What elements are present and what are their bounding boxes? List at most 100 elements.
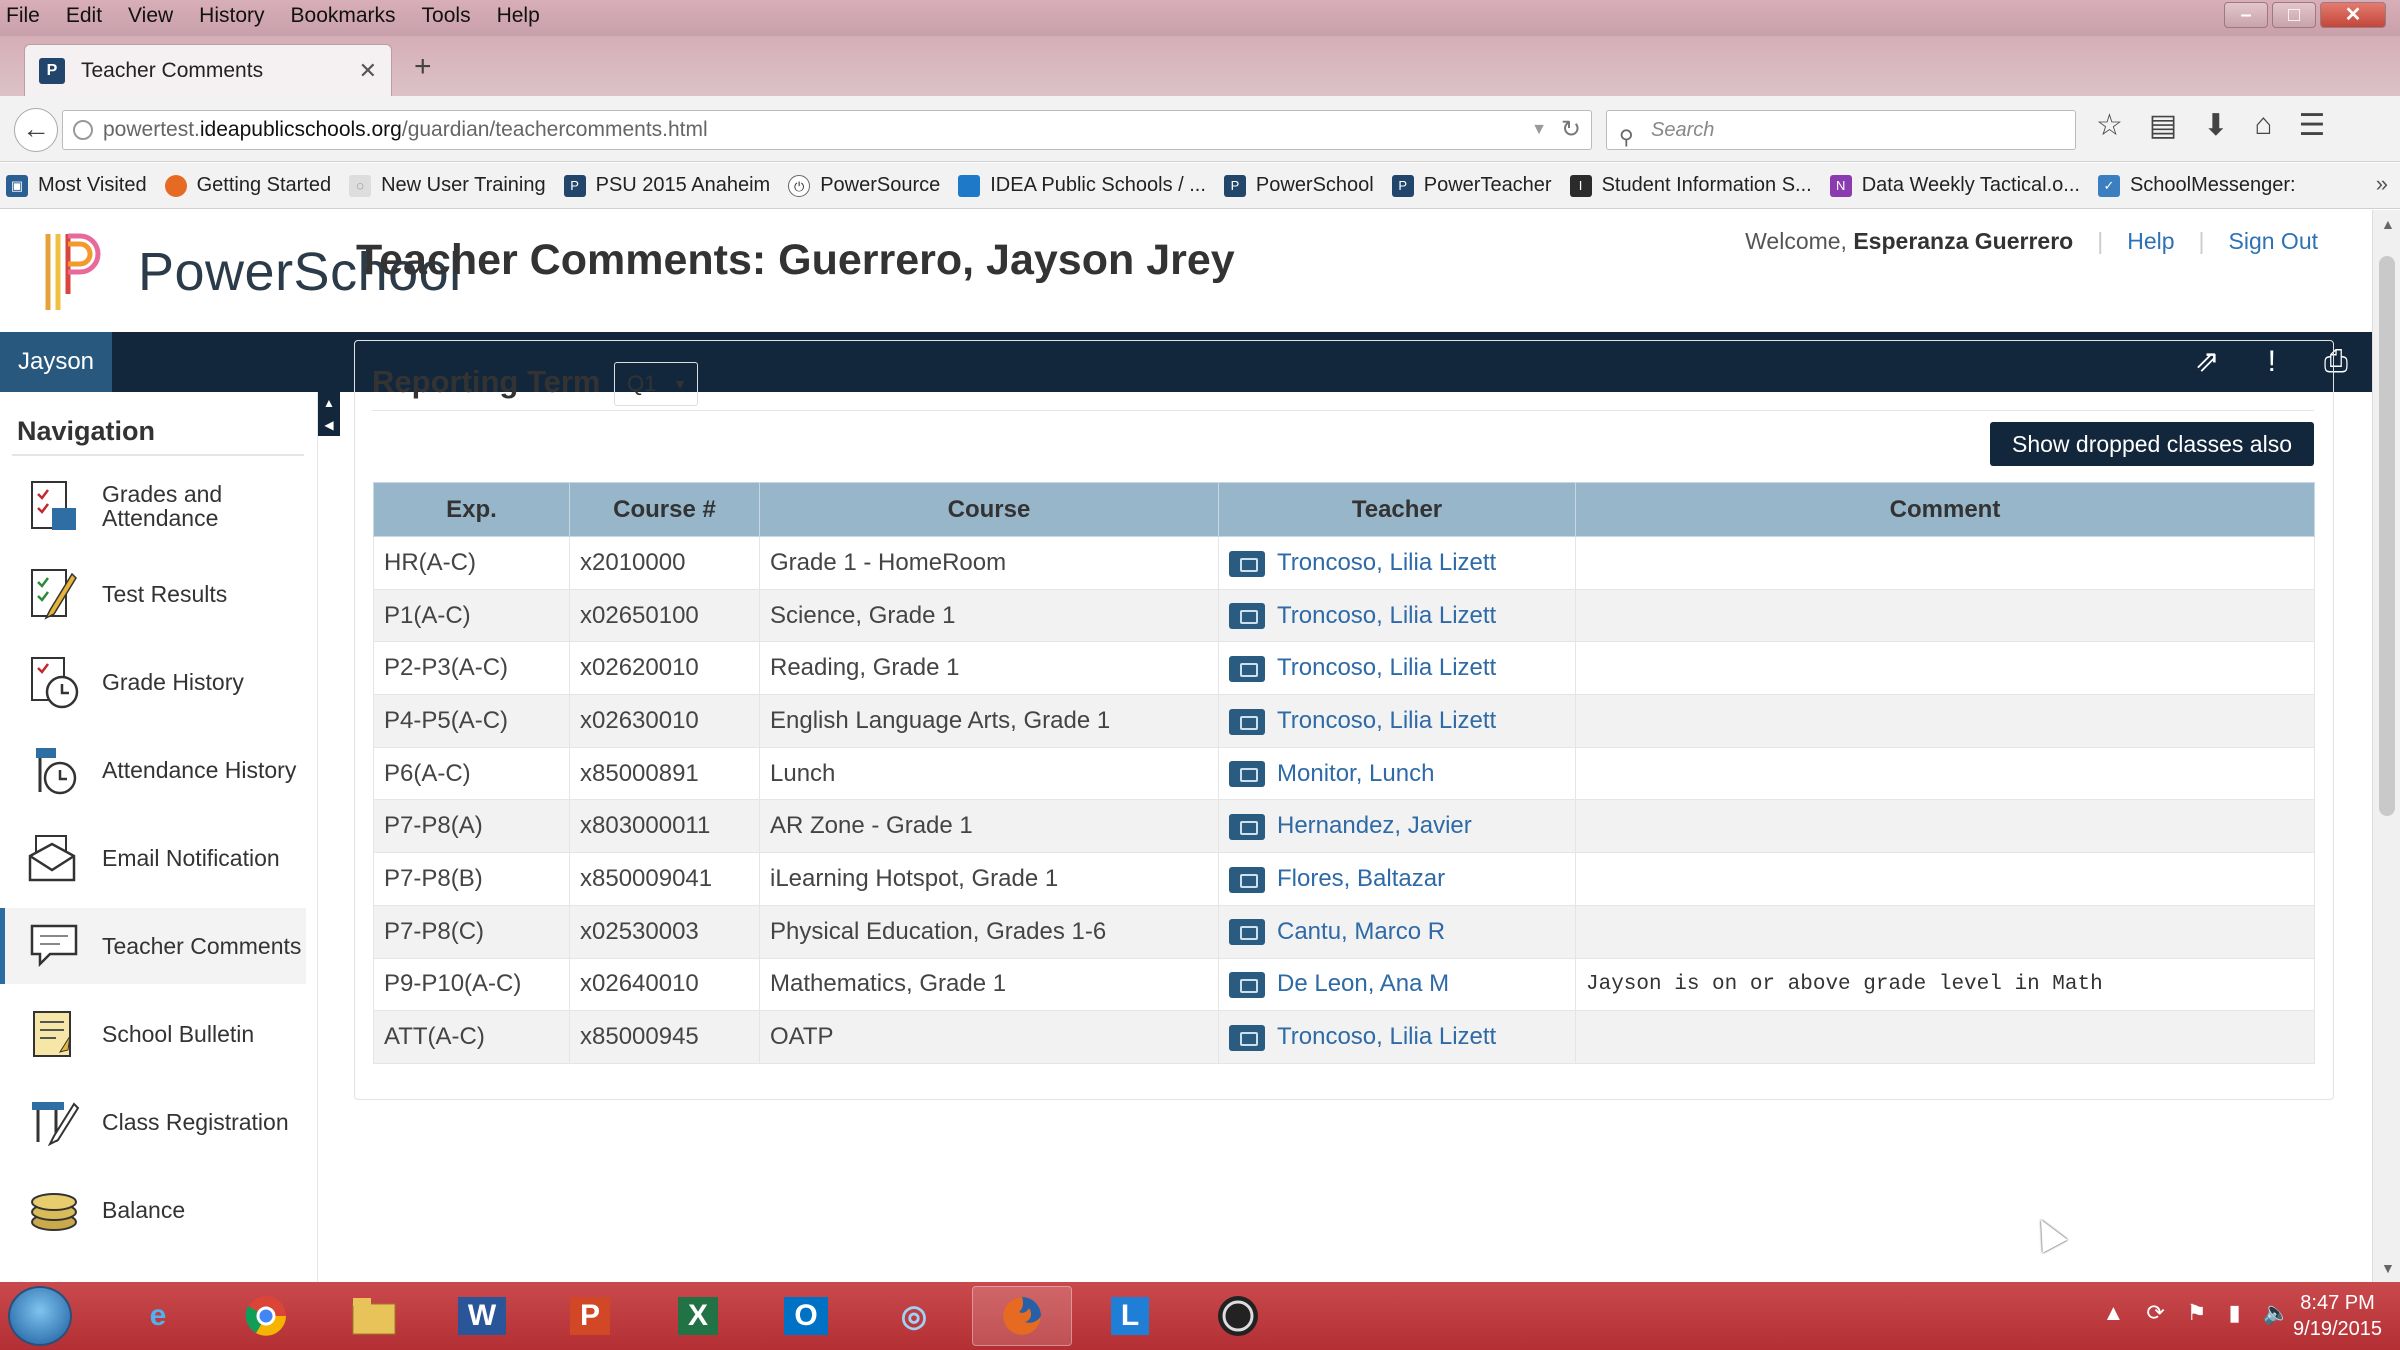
email-teacher-icon[interactable] xyxy=(1229,919,1265,946)
download-icon[interactable]: ⬇ xyxy=(2203,108,2228,143)
sidebar-item-attendance-history[interactable]: Attendance History xyxy=(0,732,306,808)
bookmark-item[interactable]: P PowerTeacher xyxy=(1391,174,1552,197)
teacher-link[interactable]: Troncoso, Lilia Lizett xyxy=(1277,1023,1496,1050)
site-info-icon[interactable] xyxy=(73,120,93,140)
email-teacher-icon[interactable] xyxy=(1229,603,1265,630)
bookmark-item[interactable]: ▣ Most Visited xyxy=(6,174,147,197)
more-bookmarks-icon[interactable]: » xyxy=(2376,171,2388,197)
column-header-teacher[interactable]: Teacher xyxy=(1218,482,1576,537)
column-header-comment[interactable]: Comment xyxy=(1575,482,2315,537)
email-teacher-icon[interactable] xyxy=(1229,972,1265,998)
excel-icon[interactable]: X xyxy=(648,1286,748,1346)
help-link[interactable]: Help xyxy=(2127,228,2174,255)
show-dropped-classes-button[interactable]: Show dropped classes also xyxy=(1990,422,2314,466)
menu-history[interactable]: History xyxy=(199,4,264,28)
browser-tab[interactable]: P Teacher Comments ✕ xyxy=(24,44,392,96)
system-clock[interactable]: 8:47 PM 9/19/2015 xyxy=(2293,1290,2382,1342)
start-button[interactable] xyxy=(8,1286,72,1346)
browser-search-box[interactable]: ⚲ Search xyxy=(1606,110,2076,150)
teacher-link[interactable]: Hernandez, Javier xyxy=(1277,812,1472,839)
powerpoint-icon[interactable]: P xyxy=(540,1286,640,1346)
menu-edit[interactable]: Edit xyxy=(66,4,102,28)
home-icon[interactable]: ⌂ xyxy=(2254,108,2272,143)
new-tab-icon[interactable]: + xyxy=(414,50,432,84)
file-explorer-icon[interactable] xyxy=(324,1286,424,1346)
close-window-button[interactable]: ✕ xyxy=(2320,2,2386,28)
bookmark-star-icon[interactable]: ☆ xyxy=(2096,108,2123,143)
maximize-button[interactable]: □ xyxy=(2272,2,2316,28)
teacher-link[interactable]: Troncoso, Lilia Lizett xyxy=(1277,549,1496,576)
student-tab[interactable]: Jayson xyxy=(0,332,112,392)
reporting-term-select[interactable]: Q1 ▼ xyxy=(614,362,698,406)
email-teacher-icon[interactable] xyxy=(1229,866,1265,893)
teacher-link[interactable]: Troncoso, Lilia Lizett xyxy=(1277,654,1496,681)
bookmark-item[interactable]: ◌ New User Training xyxy=(349,174,546,197)
menu-file[interactable]: File xyxy=(6,4,40,28)
teacher-link[interactable]: Cantu, Marco R xyxy=(1277,918,1445,945)
chrome-icon[interactable] xyxy=(216,1286,316,1346)
bookmark-item[interactable]: ✓ SchoolMessenger: xyxy=(2097,174,2296,197)
firefox-taskbar-icon[interactable] xyxy=(972,1286,1072,1346)
email-teacher-icon[interactable] xyxy=(1229,655,1265,682)
page-scrollbar[interactable]: ▲ ▼ xyxy=(2372,210,2400,1282)
column-header-exp[interactable]: Exp. xyxy=(373,482,570,537)
app-icon[interactable]: ◎ xyxy=(864,1286,964,1346)
bookmark-item[interactable]: P PSU 2015 Anaheim xyxy=(563,174,770,197)
column-header-course-number[interactable]: Course # xyxy=(569,482,760,537)
hamburger-menu-icon[interactable]: ☰ xyxy=(2299,108,2326,143)
word-icon[interactable]: W xyxy=(432,1286,532,1346)
email-teacher-icon[interactable] xyxy=(1229,550,1265,577)
email-teacher-icon[interactable] xyxy=(1229,813,1265,840)
internet-explorer-icon[interactable]: e xyxy=(108,1286,208,1346)
volume-icon[interactable]: 🔈 xyxy=(2263,1300,2290,1326)
network-icon[interactable]: ▮ xyxy=(2228,1300,2240,1326)
email-teacher-icon[interactable] xyxy=(1229,1024,1265,1051)
sidebar-item-balance[interactable]: Balance xyxy=(0,1172,306,1248)
lync-icon[interactable]: L xyxy=(1080,1286,1180,1346)
sign-out-link[interactable]: Sign Out xyxy=(2229,228,2319,255)
sidebar-item-email-notification[interactable]: Email Notification xyxy=(0,820,306,896)
sync-icon[interactable]: ⟳ xyxy=(2146,1300,2164,1326)
email-teacher-icon[interactable] xyxy=(1229,761,1265,788)
bookmark-item[interactable]: IDEA Public Schools / ... xyxy=(958,174,1206,197)
bookmark-item[interactable]: ⏻ PowerSource xyxy=(788,174,940,197)
column-header-course[interactable]: Course xyxy=(759,482,1219,537)
minimize-button[interactable]: – xyxy=(2224,2,2268,28)
menu-view[interactable]: View xyxy=(128,4,173,28)
menu-bookmarks[interactable]: Bookmarks xyxy=(291,4,396,28)
email-teacher-icon[interactable] xyxy=(1229,708,1265,735)
course-number-cell: x85000891 xyxy=(569,746,760,801)
sidebar-item-class-registration[interactable]: Class Registration xyxy=(0,1084,306,1160)
teacher-link[interactable]: Troncoso, Lilia Lizett xyxy=(1277,602,1496,629)
outlook-icon[interactable]: O xyxy=(756,1286,856,1346)
back-arrow-icon[interactable]: ← xyxy=(14,108,58,152)
sidebar-item-grade-history[interactable]: Grade History xyxy=(0,644,306,720)
bookmark-item[interactable]: P PowerSchool xyxy=(1223,174,1374,197)
url-dropdown-icon[interactable]: ▼ xyxy=(1531,111,1547,149)
sidebar-item-test-results[interactable]: Test Results xyxy=(0,556,306,632)
bookmark-item[interactable]: Getting Started xyxy=(164,174,331,197)
menu-help[interactable]: Help xyxy=(497,4,540,28)
scroll-down-icon[interactable]: ▼ xyxy=(2381,1260,2395,1276)
teacher-comments-table: Exp. Course # Course Teacher Comment HR(… xyxy=(373,482,2315,1064)
show-hidden-icons-icon[interactable]: ▲ xyxy=(2103,1300,2125,1326)
url-bar[interactable]: powertest.ideapublicschools.org/guardian… xyxy=(62,110,1592,150)
reading-list-icon[interactable]: ▤ xyxy=(2149,108,2177,143)
teacher-link[interactable]: Troncoso, Lilia Lizett xyxy=(1277,707,1496,734)
sidebar-item-school-bulletin[interactable]: School Bulletin xyxy=(0,996,306,1072)
bookmark-item[interactable]: I Student Information S... xyxy=(1569,174,1812,197)
collapse-sidebar-button[interactable]: ▲ ◀ xyxy=(318,392,340,436)
obs-icon[interactable] xyxy=(1188,1286,1288,1346)
teacher-link[interactable]: Monitor, Lunch xyxy=(1277,760,1434,787)
scroll-up-icon[interactable]: ▲ xyxy=(2381,216,2395,232)
reload-icon[interactable]: ↻ xyxy=(1561,111,1581,149)
sidebar-item-grades-and-attendance[interactable]: Grades and Attendance xyxy=(0,468,306,544)
bookmark-item[interactable]: N Data Weekly Tactical.o... xyxy=(1829,174,2080,197)
close-tab-icon[interactable]: ✕ xyxy=(359,58,377,84)
scrollbar-thumb[interactable] xyxy=(2379,256,2395,816)
sidebar-item-teacher-comments[interactable]: Teacher Comments xyxy=(0,908,306,984)
teacher-link[interactable]: Flores, Baltazar xyxy=(1277,865,1445,892)
action-center-icon[interactable]: ⚑ xyxy=(2187,1300,2207,1326)
menu-tools[interactable]: Tools xyxy=(422,4,471,28)
teacher-link[interactable]: De Leon, Ana M xyxy=(1277,970,1449,997)
